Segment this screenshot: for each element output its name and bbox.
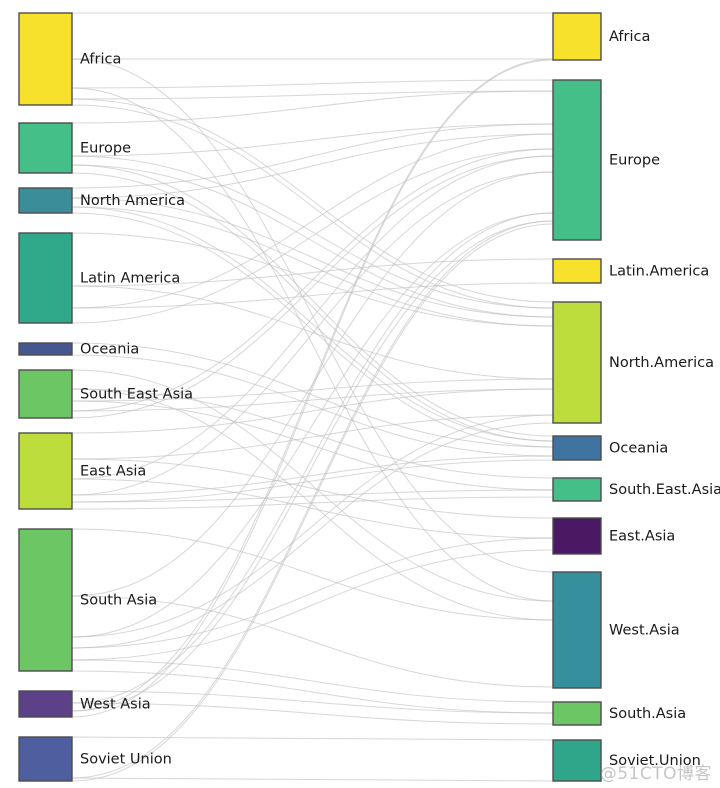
node-rect-oceania-t[interactable] xyxy=(552,435,602,461)
node-label-soviet-union-t: Soviet.Union xyxy=(609,753,701,769)
node-label-south-east-asia-t: South.East.Asia xyxy=(609,482,720,498)
node-rect-east-asia[interactable] xyxy=(18,432,73,510)
node-rect-south-asia-t[interactable] xyxy=(552,701,602,726)
node-label-west-asia-t: West.Asia xyxy=(609,623,680,639)
node-rect-south-asia[interactable] xyxy=(18,528,73,672)
node-label-east-asia: East Asia xyxy=(80,464,146,480)
node-rect-soviet-union-t[interactable] xyxy=(552,739,602,782)
node-label-south-asia-t: South.Asia xyxy=(609,706,686,722)
node-label-east-asia-t: East.Asia xyxy=(609,529,675,545)
node-label-north-america: North America xyxy=(80,193,185,209)
sankey-node[interactable]: South.Asia xyxy=(552,701,686,726)
sankey-node[interactable]: Europe xyxy=(552,79,660,241)
node-rect-east-asia-t[interactable] xyxy=(552,517,602,555)
node-rect-west-asia-t[interactable] xyxy=(552,571,602,689)
sankey-node[interactable]: Africa xyxy=(552,12,650,61)
sankey-canvas: Africa Europe North America Latin America Oc… xyxy=(18,12,720,782)
sankey-node[interactable]: West Asia xyxy=(18,690,151,718)
node-label-west-asia: West Asia xyxy=(80,697,151,713)
node-label-soviet-union: Soviet Union xyxy=(80,752,172,768)
node-rect-north-america[interactable] xyxy=(18,187,73,214)
sankey-link xyxy=(71,232,554,380)
sankey-diagram: Africa Europe North America Latin America Oc… xyxy=(0,0,720,788)
sankey-link xyxy=(71,414,554,649)
node-label-south-east-asia: South East Asia xyxy=(80,387,193,403)
node-rect-north-america-t[interactable] xyxy=(552,301,602,424)
sankey-target-nodes: Africa Europe Latin.America North.America Oc… xyxy=(552,12,720,782)
sankey-link xyxy=(71,79,554,100)
node-rect-europe[interactable] xyxy=(18,122,73,174)
node-rect-europe-t[interactable] xyxy=(552,79,602,241)
sankey-link xyxy=(71,123,554,199)
node-rect-oceania[interactable] xyxy=(18,342,73,356)
node-label-oceania: Oceania xyxy=(80,342,139,358)
node-label-africa: Africa xyxy=(80,52,121,68)
sankey-source-nodes: Africa Europe North America Latin America Oc… xyxy=(18,12,193,782)
sankey-node[interactable]: South Asia xyxy=(18,528,157,672)
node-rect-latin-america-t[interactable] xyxy=(552,258,602,284)
node-rect-africa[interactable] xyxy=(18,12,73,106)
node-label-north-america-t: North.America xyxy=(609,355,714,371)
sankey-node[interactable]: Latin America xyxy=(18,232,180,324)
sankey-link xyxy=(71,12,554,60)
sankey-node[interactable]: Latin.America xyxy=(552,258,709,284)
sankey-node[interactable]: Oceania xyxy=(18,342,139,358)
node-rect-west-asia[interactable] xyxy=(18,690,73,718)
sankey-node[interactable]: North America xyxy=(18,187,185,214)
sankey-node[interactable]: Oceania xyxy=(552,435,668,461)
sankey-node[interactable]: East Asia xyxy=(18,432,146,510)
node-label-south-asia: South Asia xyxy=(80,593,157,609)
node-rect-soviet-union[interactable] xyxy=(18,736,73,782)
node-label-africa-t: Africa xyxy=(609,29,650,45)
node-rect-latin-america[interactable] xyxy=(18,232,73,324)
sankey-node[interactable]: North.America xyxy=(552,301,714,424)
sankey-node[interactable]: South.East.Asia xyxy=(552,477,720,502)
node-rect-africa-t[interactable] xyxy=(552,12,602,61)
node-label-latin-america: Latin America xyxy=(80,271,180,287)
node-label-europe: Europe xyxy=(80,141,131,157)
node-label-oceania-t: Oceania xyxy=(609,441,668,457)
sankey-link xyxy=(71,90,554,157)
sankey-node[interactable]: East.Asia xyxy=(552,517,675,555)
node-label-latin-america-t: Latin.America xyxy=(609,264,709,280)
sankey-node[interactable]: Africa xyxy=(18,12,121,106)
node-rect-south-east-asia[interactable] xyxy=(18,369,73,419)
sankey-node[interactable]: Soviet Union xyxy=(18,736,172,782)
node-label-europe-t: Europe xyxy=(609,153,660,169)
sankey-node[interactable]: Soviet.Union xyxy=(552,739,701,782)
node-rect-south-east-asia-t[interactable] xyxy=(552,477,602,502)
sankey-node[interactable]: West.Asia xyxy=(552,571,680,689)
